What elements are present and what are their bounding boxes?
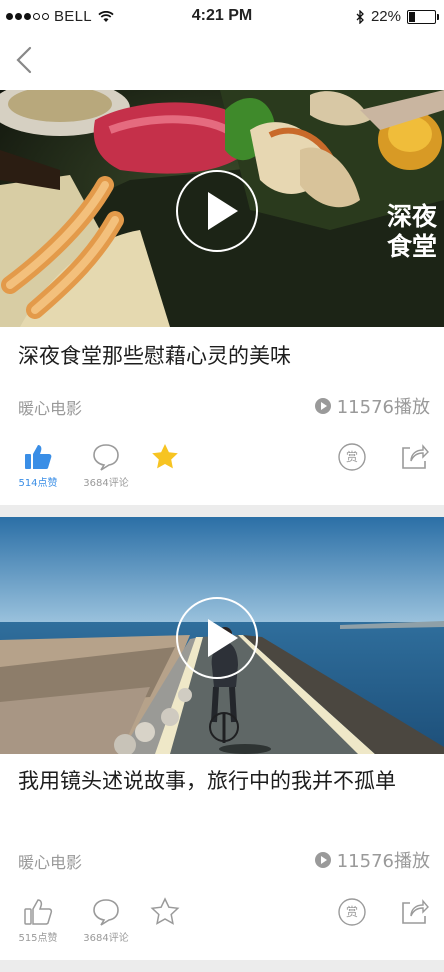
bluetooth-icon: [356, 9, 364, 24]
comment-button[interactable]: 3684评论: [76, 897, 136, 944]
star-icon: [152, 444, 178, 469]
reward-button[interactable]: 赏: [336, 897, 368, 927]
reward-label: 赏: [345, 450, 358, 464]
comment-count: 3684评论: [83, 478, 129, 489]
back-arrow-icon[interactable]: [12, 44, 42, 76]
play-count-label: 11576播放: [336, 851, 430, 872]
battery-percent: 22%: [370, 8, 401, 25]
share-button[interactable]: [398, 442, 430, 472]
video-title[interactable]: 我用镜头述说故事，旅行中的我并不孤单: [18, 764, 428, 799]
reward-label: 赏: [345, 905, 358, 919]
video-thumbnail[interactable]: [0, 517, 444, 754]
image-calligraphy-text: 深夜食堂: [386, 202, 437, 261]
like-count: 515点赞: [18, 933, 58, 944]
like-button[interactable]: 514点赞: [14, 442, 62, 489]
video-card[interactable]: 深夜食堂 深夜食堂那些慰藉心灵的美味 暖心电影 11576播放 514点赞 36…: [0, 90, 444, 505]
play-count-label: 11576播放: [336, 397, 430, 418]
thumbs-up-icon: [24, 899, 53, 925]
favorite-button[interactable]: [148, 442, 182, 472]
video-thumbnail[interactable]: 深夜食堂: [0, 90, 444, 327]
share-icon: [402, 899, 429, 924]
thumbs-up-icon: [25, 445, 52, 469]
action-bar: 514点赞 3684评论 赏: [0, 442, 444, 502]
status-bar: BELL 4:21 PM 22%: [0, 0, 444, 34]
video-source[interactable]: 暖心电影: [18, 849, 82, 873]
video-title[interactable]: 深夜食堂那些慰藉心灵的美味: [18, 339, 428, 374]
play-count: 11576播放: [314, 847, 430, 873]
comment-bubble-icon: [93, 899, 119, 926]
play-count: 11576播放: [314, 393, 430, 419]
play-count-icon: [314, 852, 331, 868]
status-right: 22%: [356, 8, 439, 25]
play-button[interactable]: [176, 597, 258, 679]
battery-level: [409, 11, 415, 22]
reward-button[interactable]: 赏: [336, 442, 368, 472]
play-count-icon: [314, 398, 331, 414]
battery-icon: [407, 9, 439, 24]
share-icon: [402, 444, 429, 469]
video-source[interactable]: 暖心电影: [18, 395, 82, 419]
comment-bubble-icon: [93, 444, 119, 471]
like-button[interactable]: 515点赞: [14, 897, 62, 944]
play-button[interactable]: [176, 170, 258, 252]
comment-count: 3684评论: [83, 933, 129, 944]
nav-bar: [0, 34, 444, 90]
comment-button[interactable]: 3684评论: [76, 442, 136, 489]
like-count: 514点赞: [18, 478, 58, 489]
favorite-button[interactable]: [148, 897, 182, 927]
star-icon: [150, 897, 180, 925]
action-bar: 515点赞 3684评论 赏: [0, 897, 444, 957]
video-card[interactable]: 我用镜头述说故事，旅行中的我并不孤单 暖心电影 11576播放 515点赞 36…: [0, 517, 444, 960]
share-button[interactable]: [398, 897, 430, 927]
